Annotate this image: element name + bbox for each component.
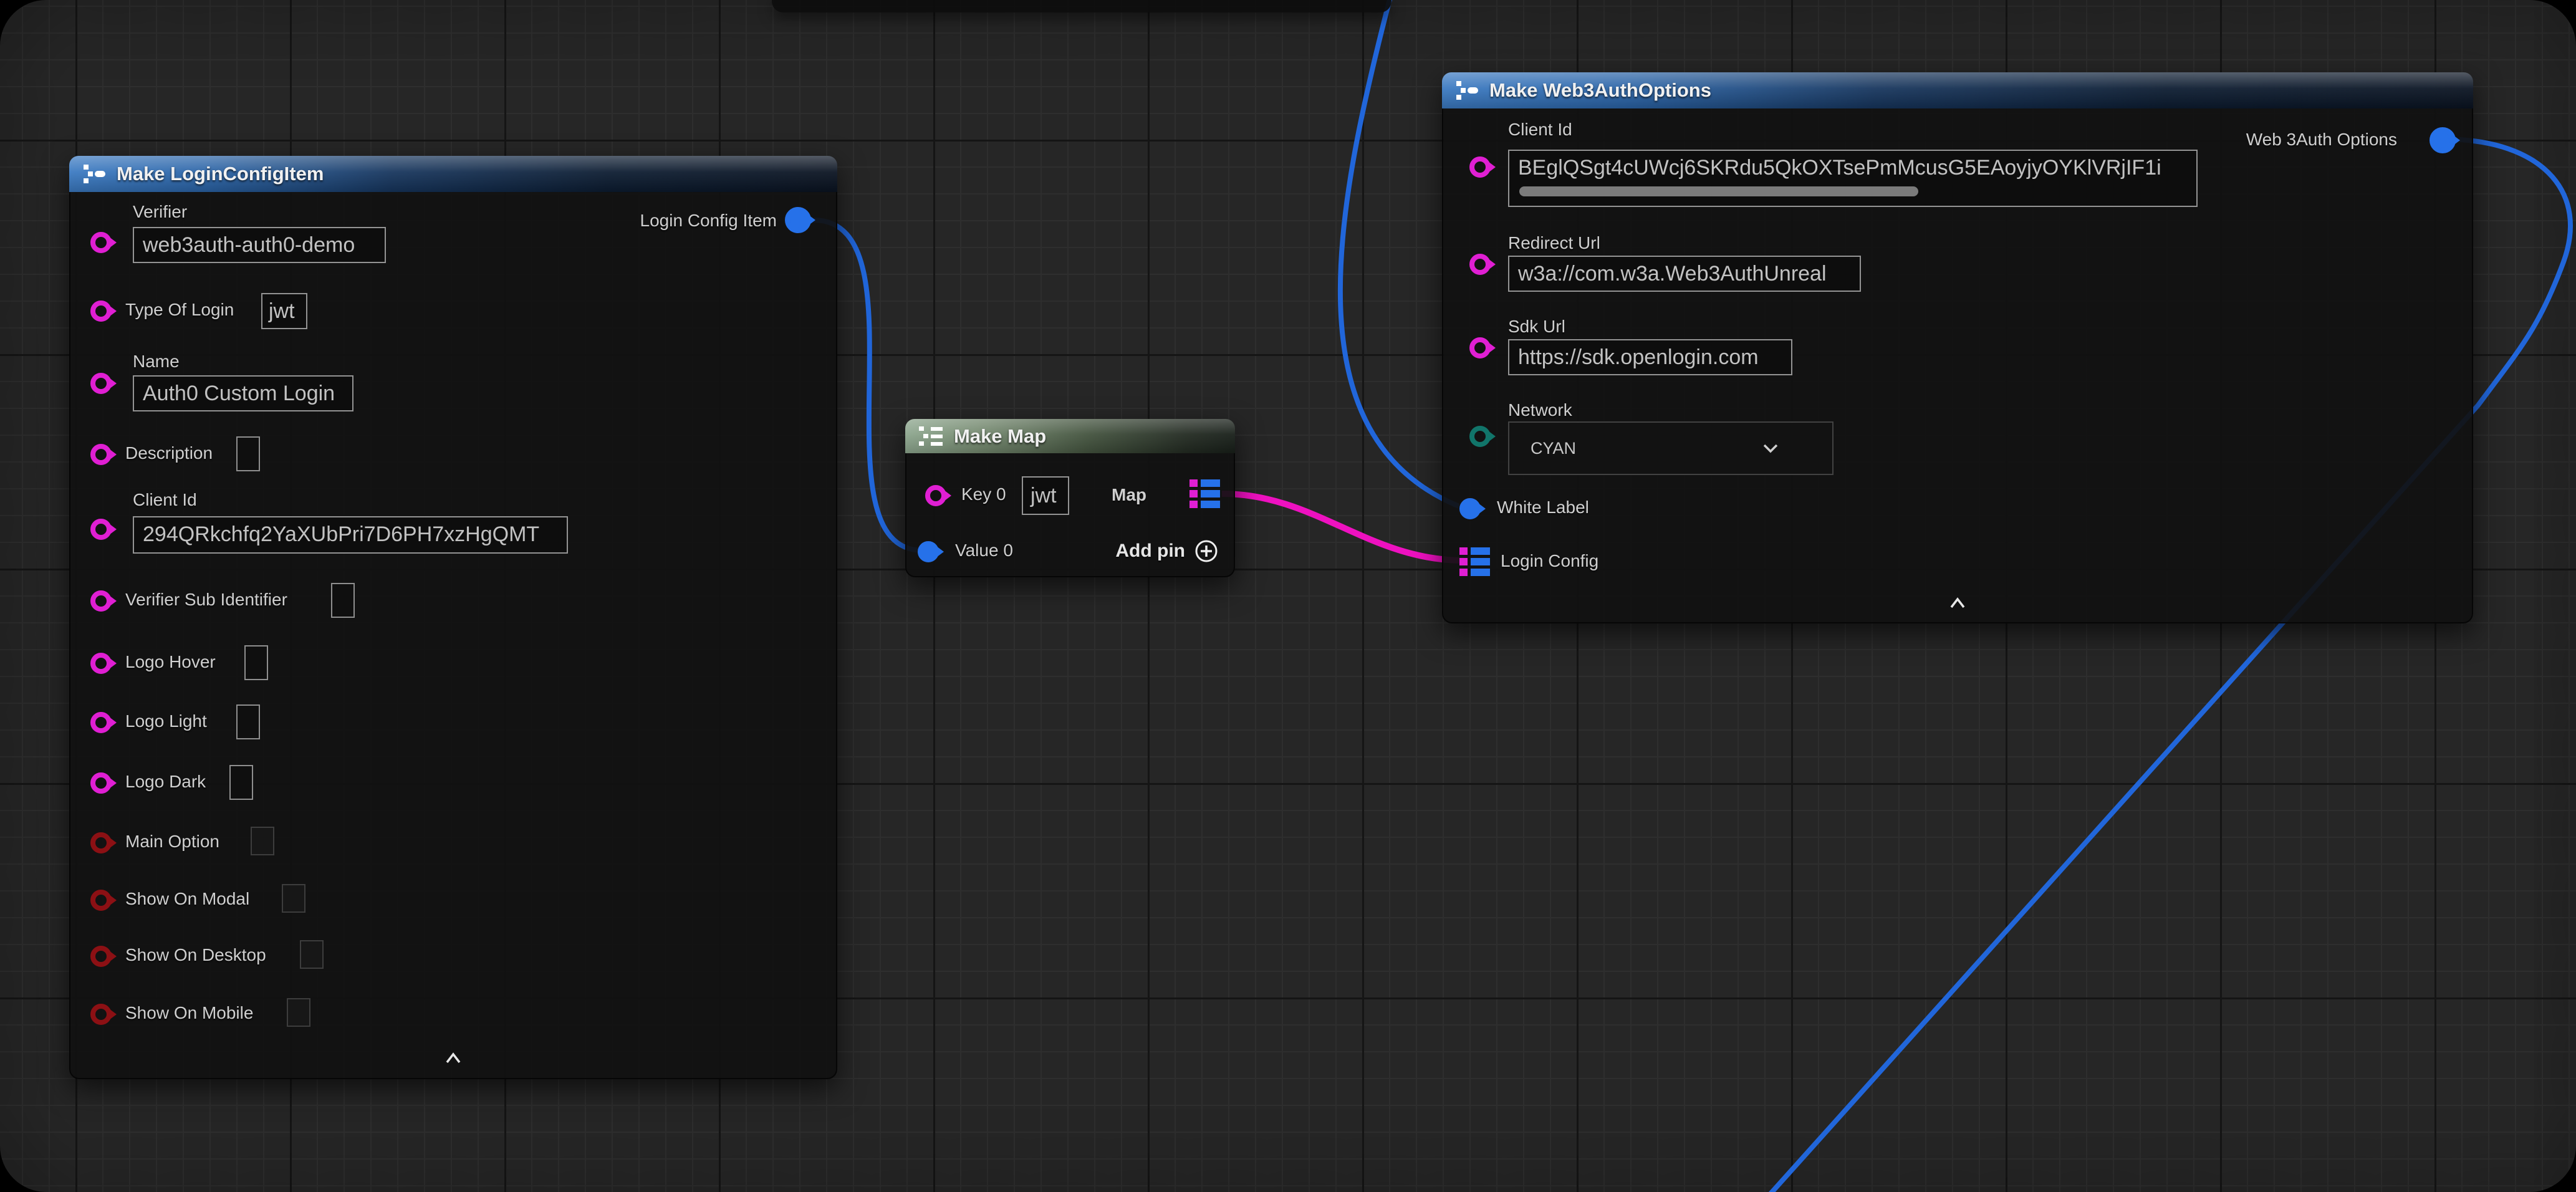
pin-logo-hover[interactable] bbox=[90, 653, 112, 674]
output-pin-map[interactable] bbox=[1189, 479, 1220, 508]
pin-description[interactable] bbox=[90, 444, 112, 465]
blueprint-editor-viewport: Make LoginConfigItem Login Config Item V… bbox=[0, 0, 2576, 1192]
pin-label-client-id: Client Id bbox=[133, 490, 197, 510]
field-verifier-sub-identifier[interactable] bbox=[331, 583, 355, 618]
pin-show-on-modal[interactable] bbox=[90, 890, 112, 911]
checkbox-show-on-modal[interactable] bbox=[282, 884, 305, 913]
field-key-0[interactable]: jwt bbox=[1022, 476, 1069, 515]
pin-label-white-label: White Label bbox=[1497, 497, 1589, 517]
pin-label-login-config: Login Config bbox=[1501, 551, 1598, 571]
pin-label-value-0: Value 0 bbox=[955, 541, 1013, 560]
field-client-id[interactable]: 294QRkchfq2YaXUbPri7D6PH7xzHgQMT bbox=[133, 516, 568, 554]
pin-verifier-sub-identifier[interactable] bbox=[90, 590, 112, 612]
pin-redirect-url[interactable] bbox=[1469, 254, 1491, 275]
pin-label-redirect-url: Redirect Url bbox=[1508, 233, 1600, 253]
node-make-web3authoptions-header[interactable]: Make Web3AuthOptions bbox=[1442, 72, 2473, 108]
pin-client-id[interactable] bbox=[1469, 156, 1491, 178]
pin-label-show-on-modal: Show On Modal bbox=[125, 889, 249, 909]
output-pin-label: Map bbox=[1112, 485, 1146, 505]
collapse-node-button[interactable] bbox=[443, 1051, 463, 1065]
field-type-of-login[interactable]: jwt bbox=[261, 293, 307, 329]
wire-top-to-whitelabel[interactable] bbox=[1340, 0, 1459, 506]
pin-show-on-mobile[interactable] bbox=[90, 1004, 112, 1025]
pin-verifier[interactable] bbox=[90, 232, 112, 253]
pin-client-id[interactable] bbox=[90, 519, 112, 540]
pin-label-verifier: Verifier bbox=[133, 202, 187, 222]
node-make-loginconfigitem-header[interactable]: Make LoginConfigItem bbox=[69, 156, 837, 192]
pin-label-show-on-desktop: Show On Desktop bbox=[125, 945, 266, 965]
pin-label-network: Network bbox=[1508, 400, 1572, 420]
pin-label-logo-light: Logo Light bbox=[125, 711, 207, 731]
field-logo-hover[interactable] bbox=[244, 645, 268, 680]
field-client-id[interactable]: BEglQSgt4cUWcj6SKRdu5QkOXTsePmMcusG5EAoy… bbox=[1508, 150, 2198, 207]
node-make-map-header[interactable]: Make Map bbox=[905, 419, 1235, 453]
network-dropdown-value: CYAN bbox=[1531, 439, 1576, 458]
pin-logo-light[interactable] bbox=[90, 712, 112, 733]
pin-label-logo-dark: Logo Dark bbox=[125, 772, 206, 792]
output-pin-login-config-item[interactable] bbox=[785, 207, 811, 233]
checkbox-main-option[interactable] bbox=[251, 827, 274, 855]
pin-label-verifier-sub-identifier: Verifier Sub Identifier bbox=[125, 590, 287, 610]
network-dropdown[interactable]: CYAN bbox=[1508, 421, 1833, 475]
pin-sdk-url[interactable] bbox=[1469, 337, 1491, 358]
output-pin-label: Web 3Auth Options bbox=[2246, 130, 2397, 150]
node-title: Make Map bbox=[954, 425, 1046, 448]
field-redirect-url[interactable]: w3a://com.w3a.Web3AuthUnreal bbox=[1508, 256, 1861, 292]
field-logo-dark[interactable] bbox=[229, 765, 253, 800]
make-struct-icon bbox=[1454, 78, 1479, 103]
wire-map-to-loginconfig[interactable] bbox=[1222, 494, 1464, 560]
pin-white-label[interactable] bbox=[1459, 498, 1481, 519]
pin-label-logo-hover: Logo Hover bbox=[125, 652, 216, 672]
pin-label-sdk-url: Sdk Url bbox=[1508, 317, 1565, 337]
pin-logo-dark[interactable] bbox=[90, 772, 112, 794]
pin-name[interactable] bbox=[90, 373, 112, 394]
pin-main-option[interactable] bbox=[90, 832, 112, 853]
pin-label-show-on-mobile: Show On Mobile bbox=[125, 1003, 253, 1023]
pin-network[interactable] bbox=[1469, 426, 1491, 447]
pin-show-on-desktop[interactable] bbox=[90, 946, 112, 967]
output-pin-web3auth-options[interactable] bbox=[2429, 127, 2456, 153]
field-logo-light[interactable] bbox=[236, 704, 260, 739]
pin-value-0[interactable] bbox=[918, 541, 939, 562]
node-make-web3authoptions[interactable]: Make Web3AuthOptions Web 3Auth Options C… bbox=[1442, 72, 2473, 623]
pin-label-client-id: Client Id bbox=[1508, 120, 1572, 140]
pin-label-key-0: Key 0 bbox=[961, 484, 1006, 504]
node-title: Make Web3AuthOptions bbox=[1489, 79, 1711, 102]
node-make-loginconfigitem[interactable]: Make LoginConfigItem Login Config Item V… bbox=[69, 156, 837, 1079]
pin-login-config[interactable] bbox=[1459, 547, 1490, 576]
pin-type-of-login[interactable] bbox=[90, 300, 112, 322]
node-make-map[interactable]: Make Map Key 0 jwt Map Value 0 Add pin bbox=[905, 419, 1235, 577]
field-verifier[interactable]: web3auth-auth0-demo bbox=[133, 227, 386, 263]
checkbox-show-on-desktop[interactable] bbox=[300, 940, 324, 969]
pin-key-0[interactable] bbox=[925, 485, 946, 506]
field-description[interactable] bbox=[236, 436, 260, 471]
node-title: Make LoginConfigItem bbox=[117, 163, 324, 185]
collapse-node-button[interactable] bbox=[1948, 596, 1968, 610]
checkbox-show-on-mobile[interactable] bbox=[287, 998, 310, 1027]
pin-label-name: Name bbox=[133, 352, 180, 372]
make-container-icon bbox=[918, 424, 944, 449]
add-pin-label: Add pin bbox=[1115, 541, 1185, 562]
graph-canvas[interactable]: Make LoginConfigItem Login Config Item V… bbox=[0, 0, 2576, 1192]
make-struct-icon bbox=[82, 161, 107, 186]
output-pin-label: Login Config Item bbox=[640, 211, 777, 231]
chevron-down-icon bbox=[1762, 443, 1779, 453]
field-sdk-url[interactable]: https://sdk.openlogin.com bbox=[1508, 339, 1792, 375]
add-pin-icon bbox=[1194, 539, 1219, 564]
pin-label-description: Description bbox=[125, 443, 213, 463]
field-name[interactable]: Auth0 Custom Login bbox=[133, 375, 353, 411]
add-pin-button[interactable]: Add pin bbox=[1115, 539, 1219, 564]
pin-label-main-option: Main Option bbox=[125, 832, 219, 852]
field-client-id-text: BEglQSgt4cUWcj6SKRdu5QkOXTsePmMcusG5EAoy… bbox=[1518, 156, 2161, 180]
field-client-id-scrollbar[interactable] bbox=[1519, 186, 1918, 196]
offscreen-node-bottom-edge[interactable] bbox=[772, 0, 1391, 12]
pin-label-type-of-login: Type Of Login bbox=[125, 300, 234, 320]
